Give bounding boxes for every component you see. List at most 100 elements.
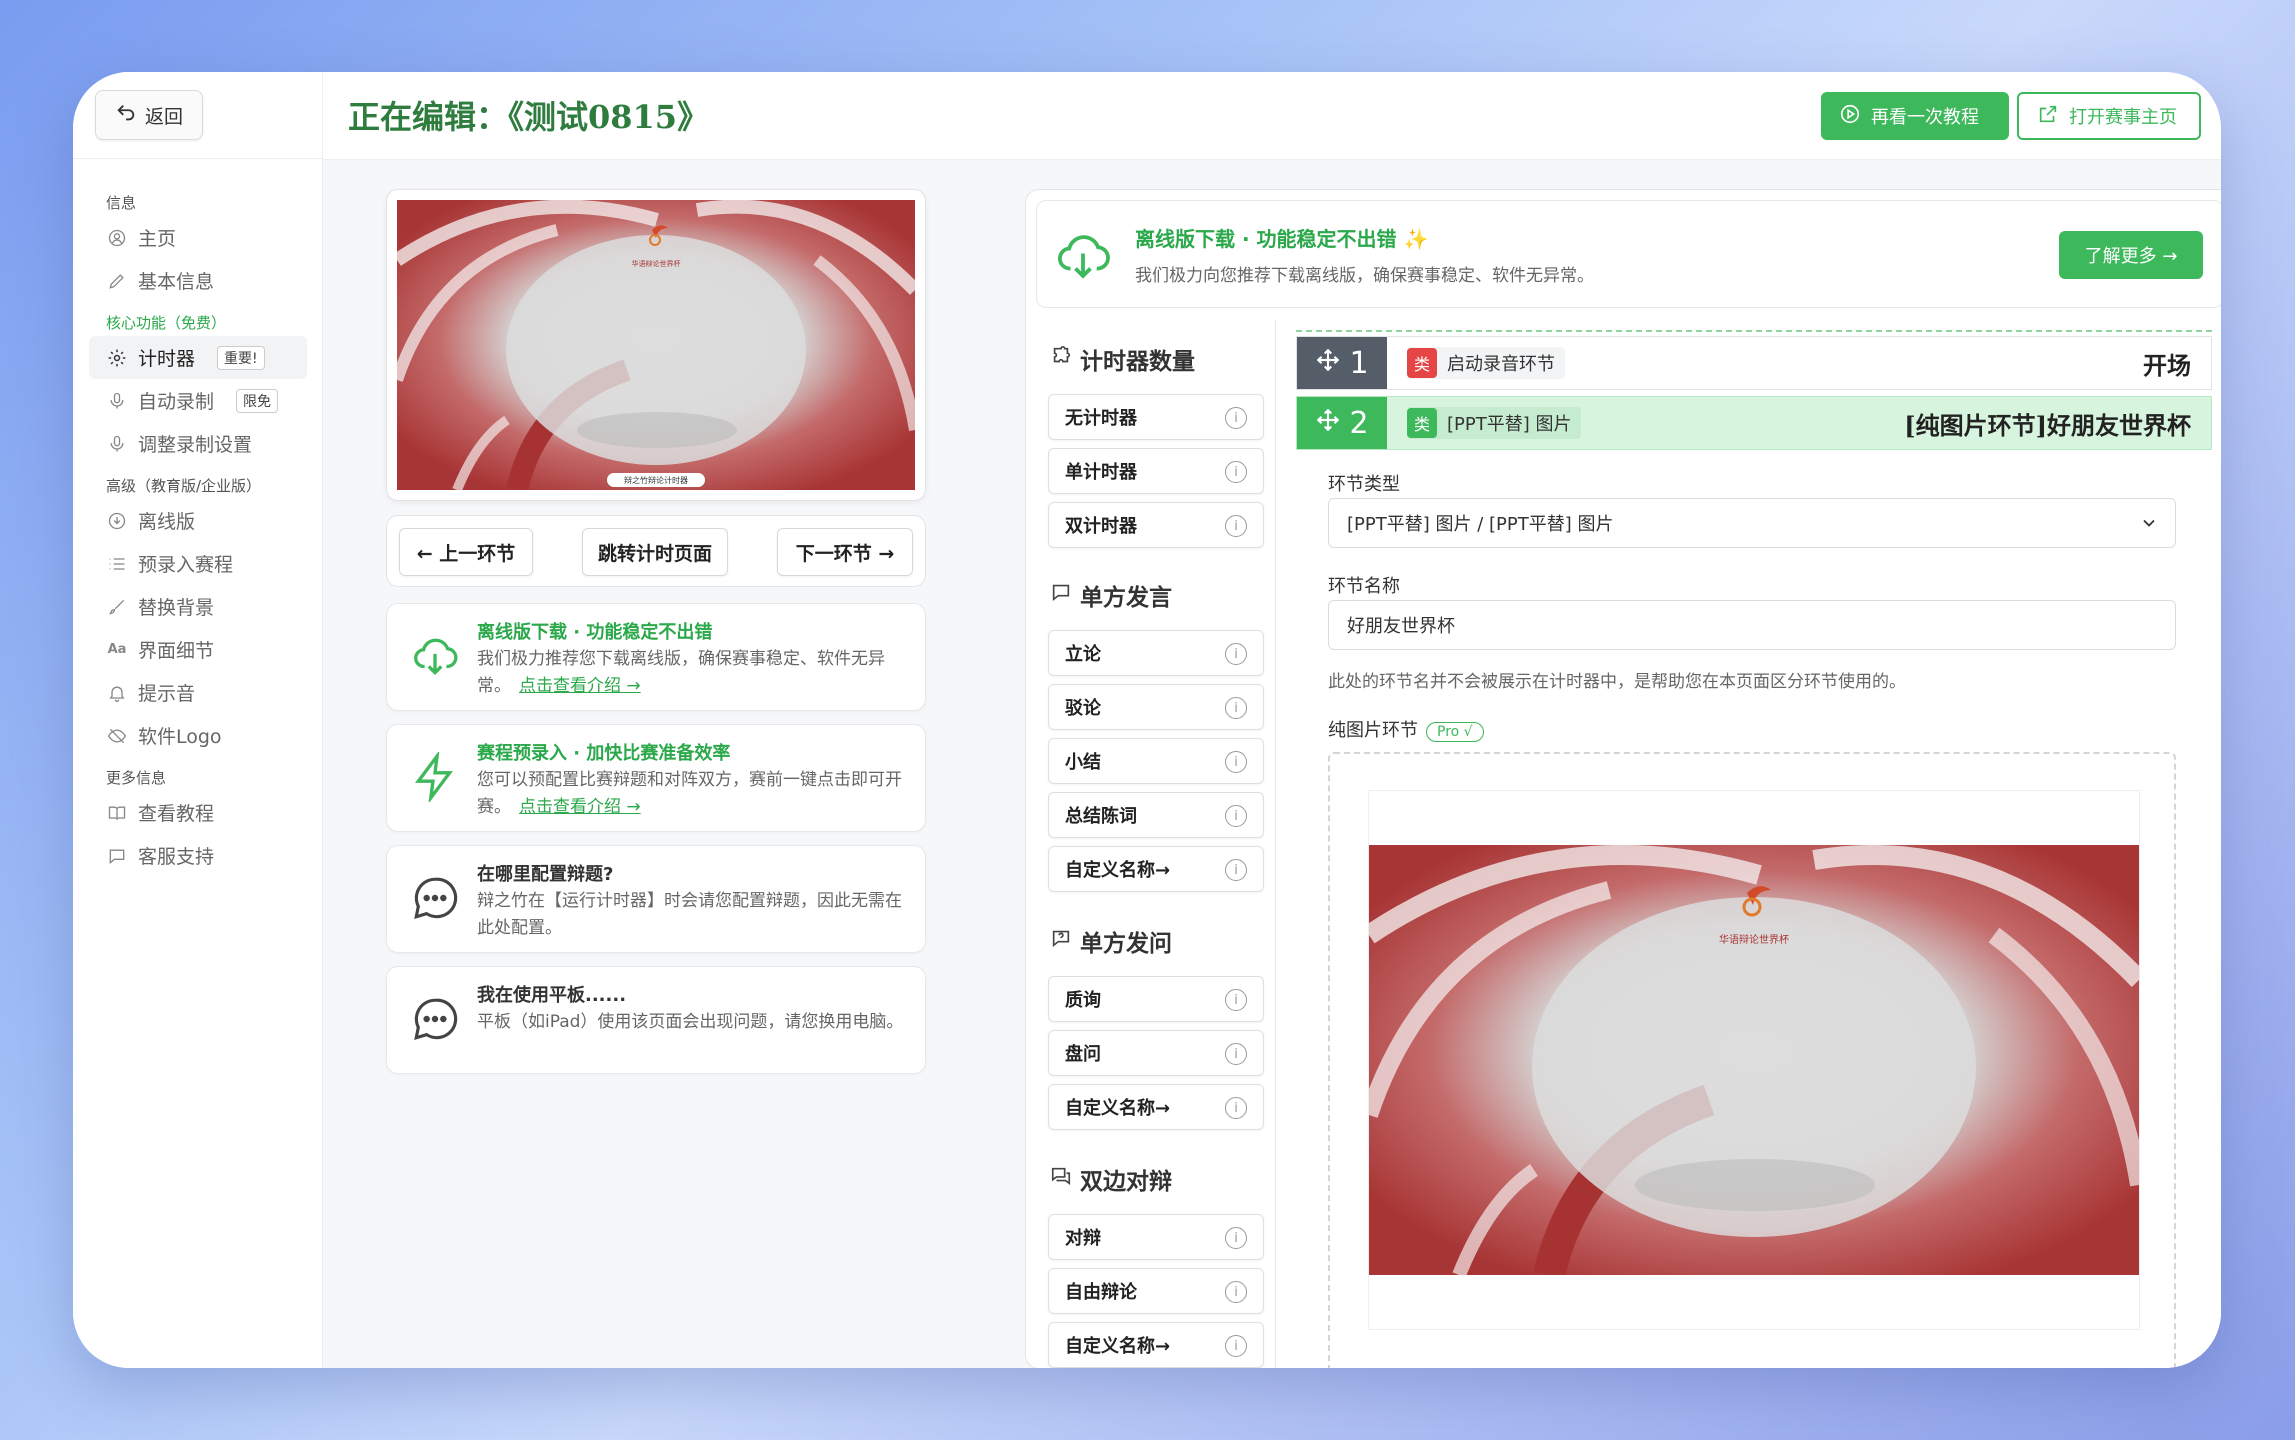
external-link-icon [2037, 103, 2059, 130]
nav-group-more: 更多信息 [106, 769, 167, 787]
topic-config-card: 在哪里配置辩题? 辩之竹在【运行计时器】时会请您配置辩题，因此无需在此处配置。 [386, 845, 926, 953]
play-circle-icon [1839, 103, 1861, 130]
tool-closing[interactable]: 总结陈词 i [1048, 792, 1264, 838]
segment-handle[interactable]: 1 [1297, 337, 1387, 389]
tool-dialogue[interactable]: 对辩 i [1048, 1214, 1264, 1260]
tool-section-single-speech: 单方发言 [1050, 578, 1172, 612]
tool-dual-timer[interactable]: 双计时器 i [1048, 502, 1264, 548]
tool-single-timer[interactable]: 单计时器 i [1048, 448, 1264, 494]
segment-handle[interactable]: 2 [1297, 397, 1387, 449]
info-icon[interactable]: i [1225, 859, 1247, 881]
info-icon[interactable]: i [1225, 1097, 1247, 1119]
learn-more-button[interactable]: 了解更多 → [2059, 231, 2203, 279]
important-tag: 重要! [217, 345, 265, 370]
info-icon[interactable]: i [1225, 1281, 1247, 1303]
prev-segment-button[interactable]: ← 上一环节 [399, 528, 533, 576]
sidebar-item-label: 基本信息 [138, 271, 215, 293]
timer-preview: 华语辩论世界杯 辩之竹辩论计时器 [386, 189, 926, 501]
sidebar-item-sound[interactable]: 提示音 [89, 671, 307, 714]
tool-label: 自定义名称→ [1065, 1336, 1171, 1357]
category-key: 类 [1407, 348, 1437, 378]
sidebar-item-schedule[interactable]: 预录入赛程 [89, 542, 307, 585]
sidebar-item-tutorial[interactable]: 查看教程 [89, 791, 307, 834]
microphone-icon [106, 390, 128, 412]
sidebar-item-label: 客服支持 [138, 846, 215, 868]
info-icon[interactable]: i [1225, 461, 1247, 483]
image-upload-area[interactable]: 华语辩论世界杯 [1328, 752, 2176, 1368]
category-key: 类 [1407, 408, 1437, 438]
info-icon[interactable]: i [1225, 989, 1247, 1011]
tool-interrogation[interactable]: 盘问 i [1048, 1030, 1264, 1076]
schedule-intro-link[interactable]: 点击查看介绍 → [519, 797, 641, 817]
tool-label: 立论 [1065, 644, 1101, 665]
tool-label: 盘问 [1065, 1044, 1101, 1065]
font-size-icon: Aa [107, 642, 127, 657]
info-icon[interactable]: i [1225, 1227, 1247, 1249]
info-icon[interactable]: i [1225, 407, 1247, 429]
tool-rebuttal[interactable]: 驳论 i [1048, 684, 1264, 730]
tool-free-debate[interactable]: 自由辩论 i [1048, 1268, 1264, 1314]
info-icon[interactable]: i [1225, 697, 1247, 719]
tool-label: 对辩 [1065, 1228, 1101, 1249]
info-icon[interactable]: i [1225, 751, 1247, 773]
segment-name-helper: 此处的环节名并不会被展示在计时器中，是帮助您在本页面区分环节使用的。 [1328, 672, 1906, 692]
info-icon[interactable]: i [1225, 515, 1247, 537]
card-title: 我在使用平板...... [477, 985, 627, 1006]
next-segment-button[interactable]: 下一环节 → [777, 528, 913, 576]
segment-name-label: 环节名称 [1328, 576, 1400, 597]
sidebar-item-home[interactable]: 主页 [89, 216, 307, 259]
tool-label: 驳论 [1065, 698, 1101, 719]
tool-label: 自由辩论 [1065, 1282, 1137, 1303]
info-icon[interactable]: i [1225, 1043, 1247, 1065]
sidebar-item-auto-record[interactable]: 自动录制 限免 [89, 379, 307, 422]
sidebar: 返回 信息 主页 基本信息 核心功能（免费） 计时器 重要! 自动录制 限免 调… [73, 72, 323, 1368]
tool-custom-speech[interactable]: 自定义名称→ i [1048, 846, 1264, 892]
segment-type-select[interactable]: [PPT平替] 图片 / [PPT平替] 图片 [1328, 498, 2176, 548]
sidebar-item-basic-info[interactable]: 基本信息 [89, 259, 307, 302]
sidebar-item-support[interactable]: 客服支持 [89, 834, 307, 877]
back-button[interactable]: 返回 [95, 90, 203, 140]
preview-caption: 辩之竹辩论计时器 [624, 475, 688, 485]
segment-type-label: 环节类型 [1328, 474, 1400, 495]
sidebar-item-background[interactable]: 替换背景 [89, 585, 307, 628]
tool-section-single-question: 单方发问 [1050, 924, 1172, 958]
segment-name-input[interactable]: 好朋友世界杯 [1328, 600, 2176, 650]
segment-name: 开场 [2143, 350, 2191, 380]
tool-label: 双计时器 [1065, 516, 1137, 537]
tool-custom-question[interactable]: 自定义名称→ i [1048, 1084, 1264, 1130]
tool-custom-debate[interactable]: 自定义名称→ i [1048, 1322, 1264, 1368]
tutorial-button[interactable]: 再看一次教程 [1821, 92, 2009, 140]
lightning-icon [409, 751, 461, 803]
segment-tools: 计时器数量 无计时器 i 单计时器 i 双计时器 i 单方发言 立论 i 驳论 i 小结 i… [1026, 320, 1276, 1368]
segment-row-2[interactable]: 2 类 [PPT平替] 图片 [纯图片环节]好朋友世界杯 [1296, 396, 2212, 450]
jump-timer-button[interactable]: 跳转计时页面 [582, 528, 728, 576]
page-header: 正在编辑：《测试0815》 再看一次教程 打开赛事主页 [323, 72, 2221, 160]
open-event-home-button[interactable]: 打开赛事主页 [2017, 92, 2201, 140]
category-label: [PPT平替] 图片 [1447, 414, 1572, 435]
tutorial-label: 再看一次教程 [1871, 107, 1979, 128]
sidebar-item-record-settings[interactable]: 调整录制设置 [89, 422, 307, 465]
segment-row-1[interactable]: 1 类启动录音环节 开场 [1296, 336, 2212, 390]
tool-opening[interactable]: 立论 i [1048, 630, 1264, 676]
sidebar-item-ui-details[interactable]: Aa 界面细节 [89, 628, 307, 671]
offline-intro-link[interactable]: 点击查看介绍 → [519, 676, 641, 696]
tool-summary[interactable]: 小结 i [1048, 738, 1264, 784]
tool-label: 单计时器 [1065, 462, 1137, 483]
sidebar-divider [73, 158, 323, 159]
tool-no-timer[interactable]: 无计时器 i [1048, 394, 1264, 440]
tool-cross-exam[interactable]: 质询 i [1048, 976, 1264, 1022]
page-title: 正在编辑：《测试0815》 [348, 98, 710, 136]
sidebar-item-logo[interactable]: 软件Logo [89, 714, 307, 757]
sidebar-item-offline[interactable]: 离线版 [89, 499, 307, 542]
sidebar-item-label: 离线版 [138, 511, 196, 533]
sidebar-item-label: 计时器 [138, 348, 196, 370]
cloud-download-icon [409, 630, 461, 682]
sidebar-item-timer[interactable]: 计时器 重要! [89, 336, 307, 379]
question-icon [1050, 927, 1072, 955]
info-icon[interactable]: i [1225, 643, 1247, 665]
card-title: 离线版下载 · 功能稳定不出错 [477, 622, 713, 643]
uploaded-image: 华语辩论世界杯 [1368, 790, 2140, 1330]
sidebar-item-label: 软件Logo [138, 726, 222, 748]
info-icon[interactable]: i [1225, 805, 1247, 827]
info-icon[interactable]: i [1225, 1335, 1247, 1357]
